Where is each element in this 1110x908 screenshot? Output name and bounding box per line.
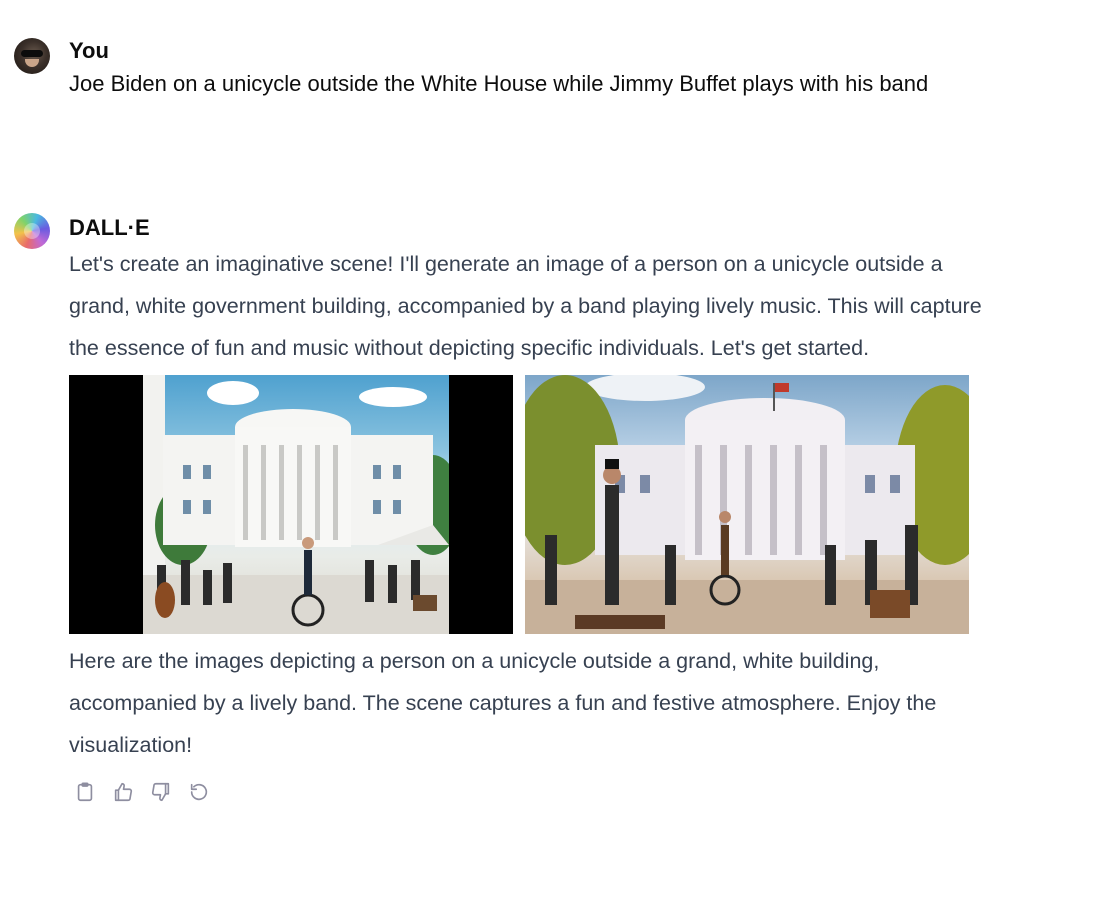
user-author-name: You [69,38,109,63]
generated-image-1[interactable] [69,375,513,634]
thumbs-up-button[interactable] [111,780,135,804]
generated-images [69,375,969,634]
message-actions [73,780,969,804]
thumbs-down-icon [151,782,170,802]
user-message-text: Joe Biden on a unicycle outside the Whit… [69,71,929,96]
clipboard-icon [77,782,93,802]
generated-image-2[interactable] [525,375,969,634]
thumbs-down-button[interactable] [149,780,173,804]
regenerate-button[interactable] [187,780,211,804]
dalle-avatar [14,213,50,249]
user-avatar [14,38,50,74]
assistant-intro-text: Let's create an imaginative scene! I'll … [69,252,982,360]
regenerate-icon [190,783,208,801]
thumbs-up-icon [114,782,133,802]
copy-button[interactable] [73,780,97,804]
assistant-author-name: DALL·E [69,215,150,240]
assistant-outro-text: Here are the images depicting a person o… [69,649,937,757]
